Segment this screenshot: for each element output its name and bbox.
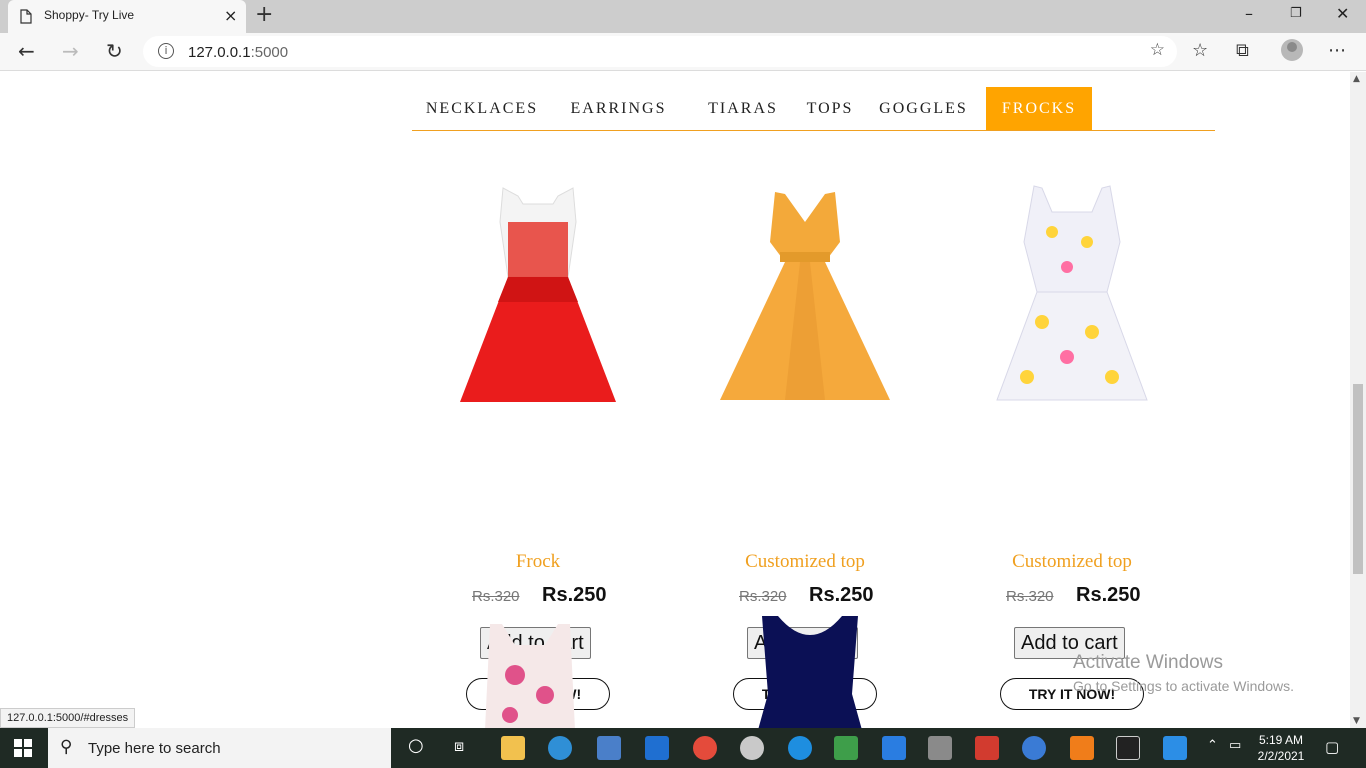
red-lace-dress-image[interactable]: [408, 182, 668, 402]
product-card: Customized top Rs.320 Rs.250 Add to cart…: [942, 182, 1202, 722]
back-arrow-icon[interactable]: ←: [18, 39, 35, 63]
notifications-icon[interactable]: ▢: [1325, 738, 1339, 756]
status-url-tooltip: 127.0.0.1:5000/#dresses: [0, 708, 136, 728]
calculator-icon[interactable]: [928, 736, 952, 760]
clock-date: 2/2/2021: [1257, 749, 1305, 763]
chart-app-icon[interactable]: [834, 736, 858, 760]
navy-dress-image[interactable]: [750, 614, 870, 728]
product-name: Customized top: [745, 551, 865, 572]
scroll-down-icon[interactable]: ▼: [1353, 716, 1360, 726]
refresh-icon[interactable]: ↻: [106, 39, 123, 63]
floral-dress-image[interactable]: [480, 620, 600, 728]
paint-icon[interactable]: [740, 736, 764, 760]
add-favorite-icon[interactable]: ☆: [1150, 40, 1165, 60]
file-explorer-icon[interactable]: [501, 736, 525, 760]
mail-icon[interactable]: [645, 736, 669, 760]
chrome-icon[interactable]: [693, 736, 717, 760]
browser-tab[interactable]: Shoppy- Try Live ×: [8, 0, 246, 33]
minimize-button[interactable]: –: [1245, 4, 1253, 23]
windows-taskbar: ⚲ Type here to search ○ ⧈ ⌃ ▭ 5:19 AM 2/…: [0, 728, 1366, 768]
site-info-icon[interactable]: i: [158, 43, 174, 59]
product-name: Frock: [515, 551, 561, 572]
task-view-icon[interactable]: ⧈: [454, 736, 464, 756]
document-icon: [20, 9, 32, 29]
taskbar-search-box[interactable]: ⚲ Type here to search: [48, 728, 391, 768]
old-price: Rs.320: [1006, 588, 1054, 605]
url-text[interactable]: 127.0.0.1:5000: [188, 44, 288, 61]
emoji-print-dress-image[interactable]: [942, 182, 1202, 402]
old-price: Rs.320: [472, 588, 520, 605]
more-menu-icon[interactable]: ⋯: [1328, 40, 1346, 61]
browser-toolbar: ← → ↻ i 127.0.0.1:5000 ☆ ☆ ⧉ ⋯: [0, 33, 1366, 71]
close-window-button[interactable]: ✕: [1336, 4, 1349, 23]
page-scrollbar[interactable]: ▲ ▼: [1350, 72, 1366, 728]
xampp-icon[interactable]: [1070, 736, 1094, 760]
profile-avatar-icon[interactable]: [1281, 39, 1303, 61]
edge-icon[interactable]: [548, 736, 572, 760]
antivirus-icon[interactable]: [975, 736, 999, 760]
category-earrings[interactable]: EARRINGS: [556, 87, 681, 130]
address-bar[interactable]: i 127.0.0.1:5000 ☆: [143, 36, 1177, 67]
restore-button[interactable]: ❐: [1290, 6, 1302, 21]
taskbar-clock[interactable]: 5:19 AM 2/2/2021: [1250, 732, 1312, 764]
wps-icon[interactable]: [882, 736, 906, 760]
category-nav: NECKLACES EARRINGS TIARAS TOPS GOGGLES F…: [412, 87, 1215, 131]
cortana-icon[interactable]: ○: [408, 735, 424, 756]
current-price: Rs.250: [1076, 584, 1141, 606]
category-goggles[interactable]: GOGGLES: [871, 87, 976, 130]
forward-arrow-icon[interactable]: →: [62, 39, 79, 63]
category-necklaces[interactable]: NECKLACES: [412, 87, 552, 130]
new-tab-button[interactable]: +: [255, 2, 273, 27]
scrollbar-thumb[interactable]: [1353, 384, 1363, 574]
collections-icon[interactable]: ⧉: [1236, 40, 1249, 61]
category-tops[interactable]: TOPS: [790, 87, 870, 130]
terminal-icon[interactable]: [1116, 736, 1140, 760]
search-icon: ⚲: [60, 737, 73, 757]
clock-time: 5:19 AM: [1258, 733, 1304, 747]
skype-icon[interactable]: [788, 736, 812, 760]
category-frocks[interactable]: FROCKS: [986, 87, 1092, 130]
store-icon[interactable]: [597, 736, 621, 760]
tab-title: Shoppy- Try Live: [44, 8, 135, 22]
show-hidden-icons-icon[interactable]: ⌃: [1207, 738, 1218, 753]
weather-icon[interactable]: [1022, 736, 1046, 760]
tab-close-icon[interactable]: ×: [224, 6, 237, 25]
current-price: Rs.250: [809, 584, 874, 606]
scroll-up-icon[interactable]: ▲: [1353, 74, 1360, 84]
search-placeholder: Type here to search: [88, 740, 221, 757]
current-price: Rs.250: [542, 584, 607, 606]
old-price: Rs.320: [739, 588, 787, 605]
category-tiaras[interactable]: TIARAS: [688, 87, 798, 130]
windows-start-icon[interactable]: [14, 739, 32, 757]
vscode-icon[interactable]: [1163, 736, 1187, 760]
browser-titlebar: Shoppy- Try Live × + – ❐ ✕: [0, 0, 1366, 33]
activate-windows-watermark: Activate Windows Go to Settings to activ…: [1073, 652, 1294, 694]
favorites-icon[interactable]: ☆: [1192, 40, 1208, 61]
product-name: Customized top: [1012, 551, 1132, 572]
battery-icon[interactable]: ▭: [1229, 738, 1241, 753]
page-content: NECKLACES EARRINGS TIARAS TOPS GOGGLES F…: [0, 72, 1350, 728]
mustard-dress-image[interactable]: [675, 182, 935, 402]
